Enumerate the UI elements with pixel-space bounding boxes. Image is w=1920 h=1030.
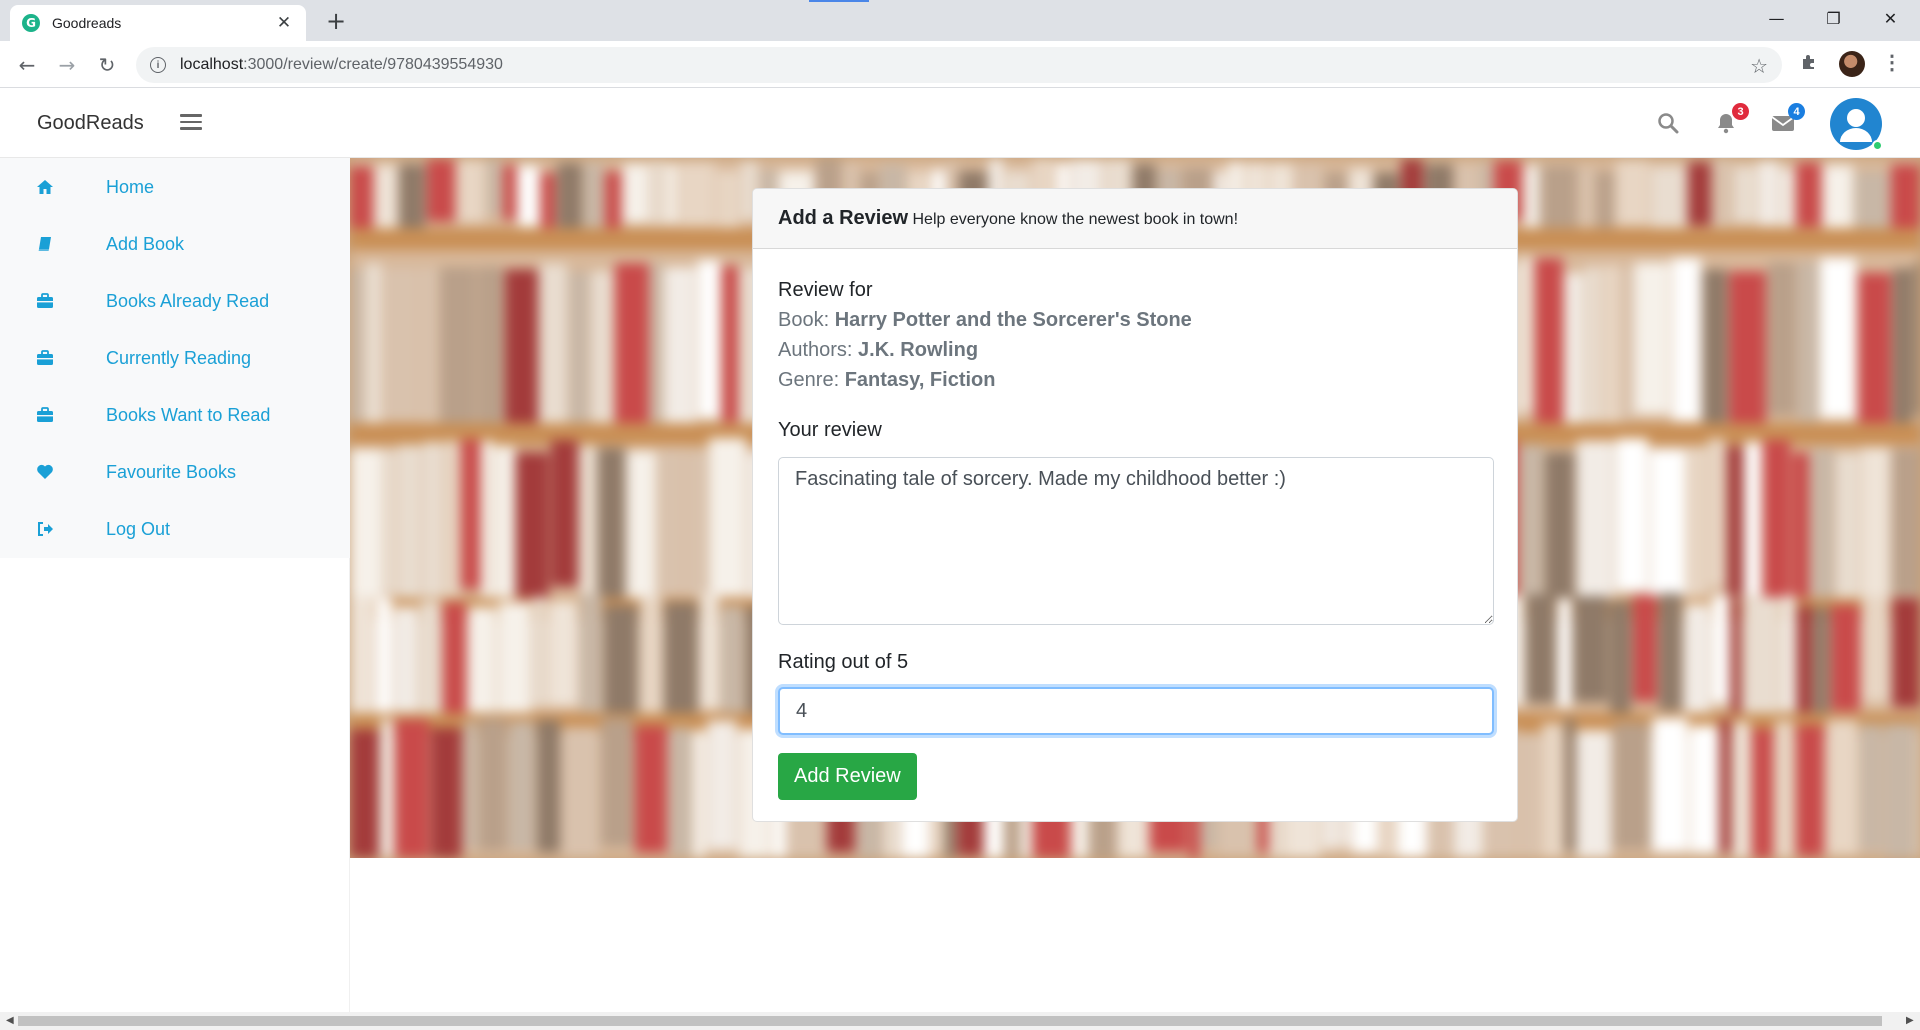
sidebar-item-home[interactable]: Home [0,164,350,210]
horizontal-scrollbar[interactable]: ◀ ▶ [0,1012,1920,1030]
extensions-puzzle-icon[interactable] [1800,51,1820,77]
restore-button[interactable]: ❐ [1805,0,1862,36]
card-title: Add a Review [778,207,909,229]
home-icon [36,178,54,196]
sign-out-icon [36,520,54,538]
card-header: Add a Review Help everyone know the newe… [753,189,1517,249]
add-review-button[interactable]: Add Review [778,753,917,800]
close-window-button[interactable]: ✕ [1862,0,1919,36]
sidebar-item-log-out[interactable]: Log Out [0,506,350,552]
sidebar-item-label: Add Book [106,233,185,254]
briefcase-icon [36,349,54,367]
browser-profile-avatar[interactable] [1839,51,1865,77]
messages-envelope-icon[interactable]: 4 [1770,103,1805,137]
sidebar-item-books-want-to-read[interactable]: Books Want to Read [0,392,350,438]
card-subtitle: Help everyone know the newest book in to… [912,211,1239,228]
authors-value: J.K. Rowling [858,339,979,361]
reload-icon[interactable]: ↻ [92,50,122,80]
tab-close-icon[interactable]: ✕ [274,13,294,33]
forward-arrow-icon[interactable]: → [52,50,82,80]
scrollbar-thumb[interactable] [18,1016,1882,1026]
sidebar-item-label: Home [106,176,155,197]
sidebar-item-label: Books Want to Read [106,404,271,425]
messages-badge: 4 [1788,103,1805,120]
card-body: Review for Book: Harry Potter and the So… [753,249,1517,821]
rating-input[interactable] [778,687,1494,735]
sidebar-item-add-book[interactable]: Add Book [0,221,350,267]
genre-label: Genre: [778,369,840,391]
authors-info-line: Authors: J.K. Rowling [778,335,1492,365]
goodreads-favicon-icon: G [22,14,40,32]
sidebar-item-favourite-books[interactable]: Favourite Books [0,449,350,495]
your-review-label: Your review [778,419,882,441]
add-review-card: Add a Review Help everyone know the newe… [752,188,1518,822]
browser-menu-icon[interactable]: ⋮ [1882,50,1902,75]
authors-label: Authors: [778,339,853,361]
genre-value: Fantasy, Fiction [844,369,996,391]
book-label: Book: [778,309,830,331]
sidebar-item-currently-reading[interactable]: Currently Reading [0,335,350,381]
notifications-badge: 3 [1732,103,1749,120]
sidebar-item-label: Log Out [106,518,171,539]
sidebar-item-label: Books Already Read [106,290,270,311]
tab-loading-indicator [809,0,869,2]
browser-tabstrip: G Goodreads ✕ + — ❐ ✕ [0,0,1920,41]
sidebar-item-label: Favourite Books [106,461,237,482]
app-header: GoodReads 3 4 [0,89,1920,158]
bookmark-star-icon[interactable]: ☆ [1750,54,1768,78]
minimize-button[interactable]: — [1748,0,1805,36]
address-bar[interactable]: i localhost:3000/review/create/978043955… [136,47,1782,83]
url-path: :3000/review/create/9780439554930 [243,56,503,73]
sidebar-empty-area [0,558,350,1013]
browser-toolbar: ← → ↻ i localhost:3000/review/create/978… [0,41,1920,88]
browser-tab[interactable]: G Goodreads ✕ [10,5,306,41]
hamburger-menu-icon[interactable] [180,111,202,133]
rating-label: Rating out of 5 [778,651,909,673]
briefcase-icon [36,292,54,310]
scroll-left-arrow-icon[interactable]: ◀ [6,1015,14,1026]
search-icon[interactable] [1656,111,1682,137]
review-textarea[interactable]: Fascinating tale of sorcery. Made my chi… [778,457,1494,625]
sidebar: Home Add Book Books Already Read Current… [0,158,350,558]
online-status-dot [1872,140,1883,151]
url-host: localhost [180,56,244,73]
url-text[interactable]: localhost:3000/review/create/97804395549… [180,56,503,74]
site-info-icon[interactable]: i [150,57,166,73]
book-info-line: Book: Harry Potter and the Sorcerer's St… [778,305,1492,335]
book-title-value: Harry Potter and the Sorcerer's Stone [834,309,1192,331]
review-for-label: Review for [778,279,873,301]
genre-info-line: Genre: Fantasy, Fiction [778,365,1492,395]
scroll-right-arrow-icon[interactable]: ▶ [1906,1015,1914,1026]
brand-logo[interactable]: GoodReads [37,112,144,135]
new-tab-button[interactable]: + [322,7,350,35]
sidebar-item-label: Currently Reading [106,347,252,368]
tab-title: Goodreads [52,15,122,31]
briefcase-icon [36,406,54,424]
notifications-bell-icon[interactable]: 3 [1714,103,1749,137]
sidebar-item-books-already-read[interactable]: Books Already Read [0,278,350,324]
back-arrow-icon[interactable]: ← [12,50,42,80]
book-icon [36,235,54,253]
heart-icon [36,463,54,481]
